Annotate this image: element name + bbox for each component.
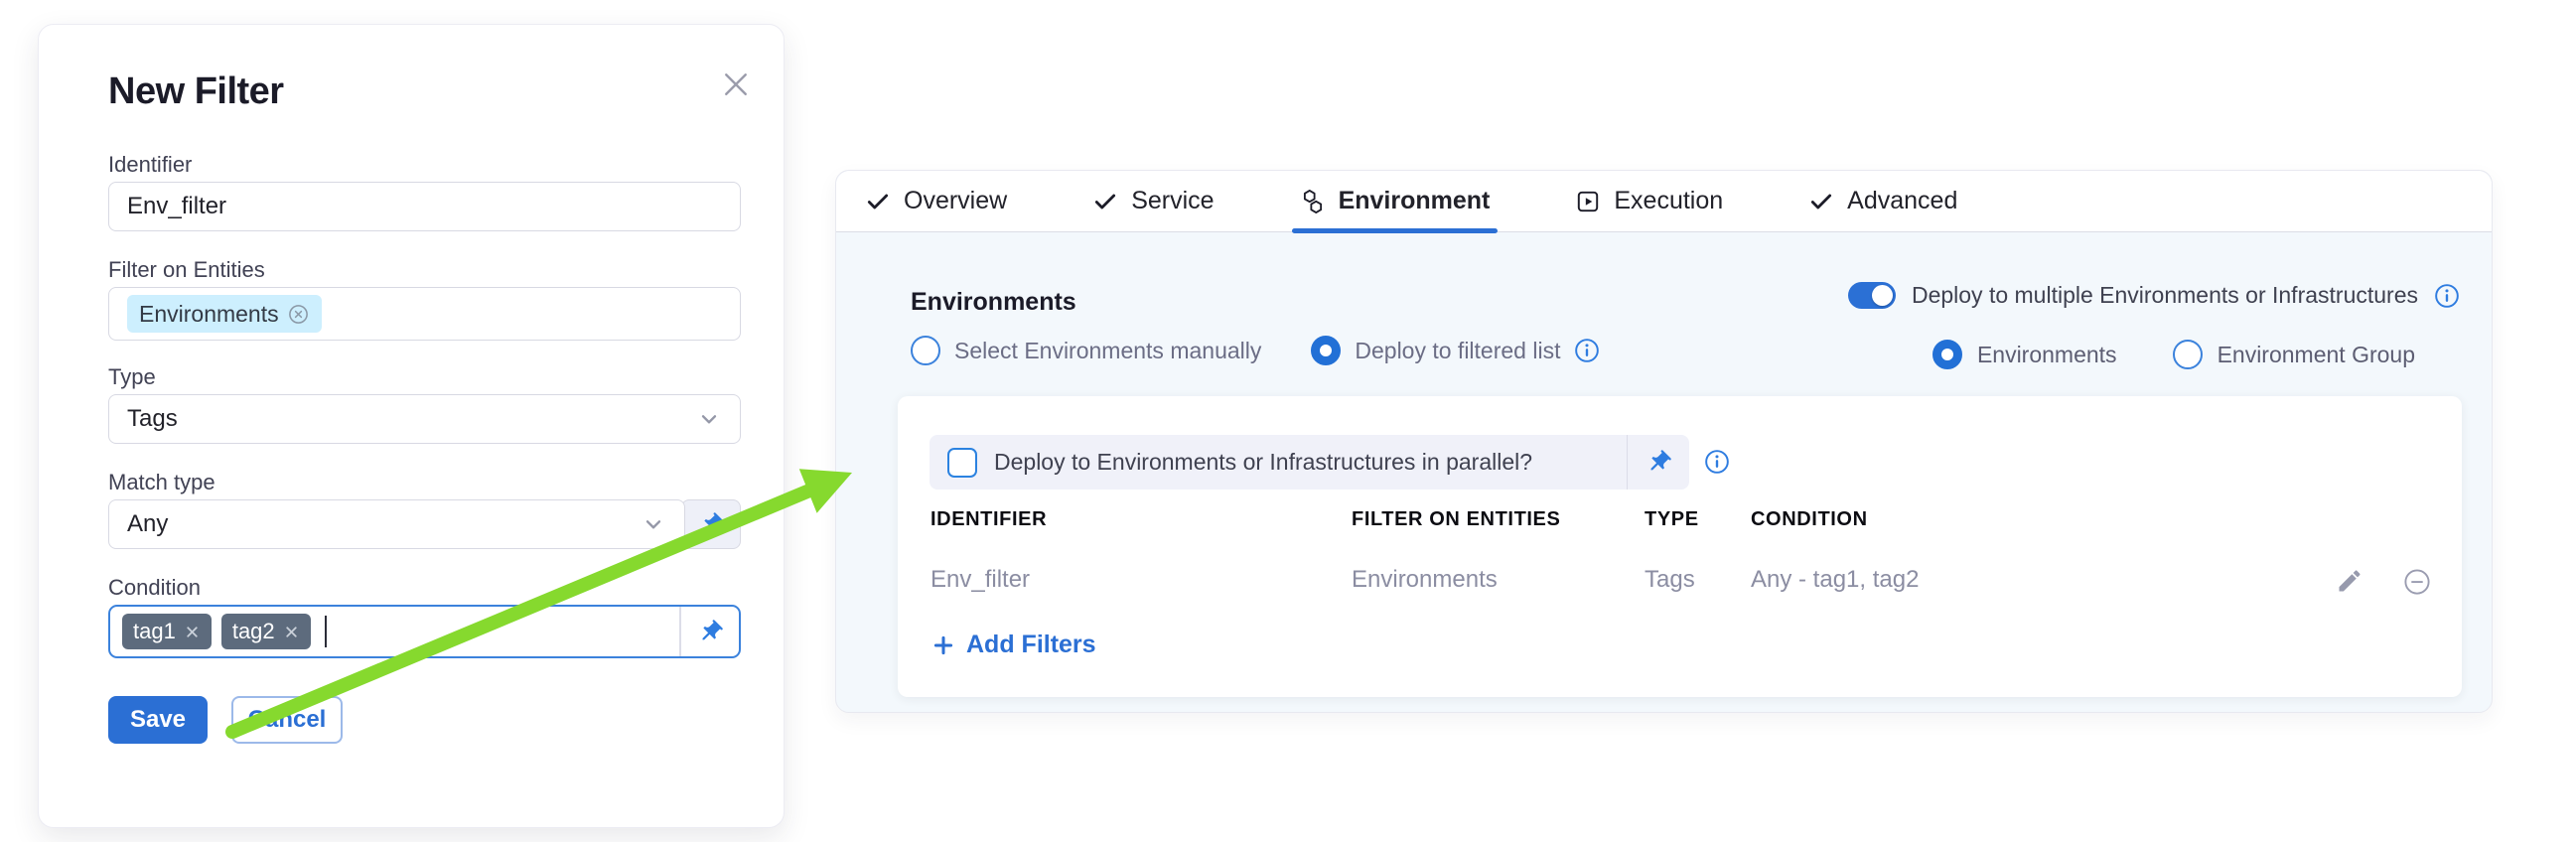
remove-filter-icon[interactable] [2402,567,2432,597]
row-identifier: Env_filter [930,566,1030,594]
tab-advanced[interactable]: Advanced [1808,171,1957,232]
match-type-value: Any [127,510,168,538]
add-filters-label: Add Filters [966,631,1096,659]
toggle-label: Deploy to multiple Environments or Infra… [1912,282,2418,309]
screen: New Filter Identifier Filter on Entities… [0,0,2576,842]
type-label: Type [108,364,156,390]
tab-label: Environment [1339,187,1491,215]
check-icon [1808,189,1834,214]
info-icon[interactable] [2434,283,2460,309]
tab-execution[interactable]: Execution [1575,171,1723,232]
edit-filter-icon[interactable] [2336,567,2365,597]
pin-icon [691,613,729,650]
parallel-deploy-checkbox[interactable] [947,448,977,478]
row-filter-on-entities: Environments [1352,566,1498,594]
chevron-down-icon [696,406,722,432]
plus-icon [930,632,956,658]
radio-select-manually[interactable] [911,336,940,365]
multi-environment-toggle-row: Deploy to multiple Environments or Infra… [1848,282,2460,309]
new-filter-dialog: New Filter Identifier Filter on Entities… [38,24,785,828]
multi-environment-toggle[interactable] [1848,282,1896,309]
column-header-type: TYPE [1645,508,1699,531]
tag-chip-label: tag1 [133,619,176,644]
info-icon[interactable] [1704,449,1730,475]
type-value: Tags [127,405,178,433]
tag-chip: tag2 [221,614,311,649]
text-cursor [325,616,327,647]
tag-chip: tag1 [122,614,212,649]
row-type: Tags [1645,566,1695,594]
tab-environment[interactable]: Environment [1300,171,1491,232]
filters-card: Deploy to Environments or Infrastructure… [898,396,2462,697]
environment-target-options: Environments Environment Group [1932,340,2415,369]
entity-chip: Environments [127,295,322,333]
stage-panel: Overview Service Environment [835,170,2493,713]
close-icon[interactable] [718,67,754,102]
dialog-title: New Filter [108,70,284,113]
condition-label: Condition [108,575,201,601]
radio-label: Environments [1977,342,2117,368]
radio-environment-group[interactable] [2173,340,2203,369]
radio-environments[interactable] [1932,340,1962,369]
match-type-label: Match type [108,470,215,495]
radio-label: Environment Group [2218,342,2415,368]
entity-chip-label: Environments [139,301,279,328]
column-header-identifier: IDENTIFIER [930,508,1047,531]
tab-overview[interactable]: Overview [865,171,1007,232]
tab-service[interactable]: Service [1092,171,1214,232]
identifier-label: Identifier [108,152,192,178]
type-select[interactable]: Tags [108,394,741,444]
stage-tabbar: Overview Service Environment [836,171,2492,232]
save-button[interactable]: Save [108,696,208,744]
parallel-deploy-label: Deploy to Environments or Infrastructure… [994,449,1627,476]
execution-icon [1575,189,1601,214]
chevron-down-icon [641,511,666,537]
environment-icon [1300,189,1326,214]
parallel-pin-button[interactable] [1627,435,1689,490]
identifier-field[interactable] [108,182,741,231]
tab-label: Advanced [1847,187,1957,215]
tab-label: Overview [904,187,1007,215]
parallel-deploy-strip: Deploy to Environments or Infrastructure… [930,435,1689,490]
column-header-filter-on-entities: FILTER ON ENTITIES [1352,508,1560,531]
environment-mode-options: Select Environments manually Deploy to f… [911,336,1600,365]
cancel-button[interactable]: Cancel [231,696,343,744]
tab-label: Execution [1614,187,1723,215]
radio-label: Select Environments manually [954,338,1261,364]
radio-label: Deploy to filtered list [1355,338,1560,364]
filter-on-entities-label: Filter on Entities [108,257,265,283]
column-header-condition: CONDITION [1751,508,1868,531]
condition-field[interactable]: tag1 tag2 [108,605,741,658]
remove-entity-icon[interactable] [287,303,310,326]
match-type-pin-button[interactable] [681,499,741,549]
add-filters-button[interactable]: Add Filters [930,631,1096,659]
condition-chips: tag1 tag2 [110,614,679,649]
check-icon [1092,189,1118,214]
environments-heading: Environments [911,288,1076,317]
toggle-knob [1872,285,1893,306]
check-icon [865,189,891,214]
remove-tag-icon[interactable] [283,624,300,640]
row-condition: Any - tag1, tag2 [1751,566,1919,594]
info-icon[interactable] [1574,338,1600,363]
filter-on-entities-field[interactable]: Environments [108,287,741,341]
pin-icon [692,505,730,543]
tag-chip-label: tag2 [232,619,275,644]
tab-label: Service [1131,187,1214,215]
match-type-group: Any [108,499,741,549]
pin-icon [1640,443,1677,481]
condition-pin-button[interactable] [679,607,739,656]
dialog-buttons: Save Cancel [108,696,343,744]
remove-tag-icon[interactable] [184,624,201,640]
radio-deploy-filtered-list[interactable] [1311,336,1341,365]
match-type-select[interactable]: Any [108,499,685,549]
